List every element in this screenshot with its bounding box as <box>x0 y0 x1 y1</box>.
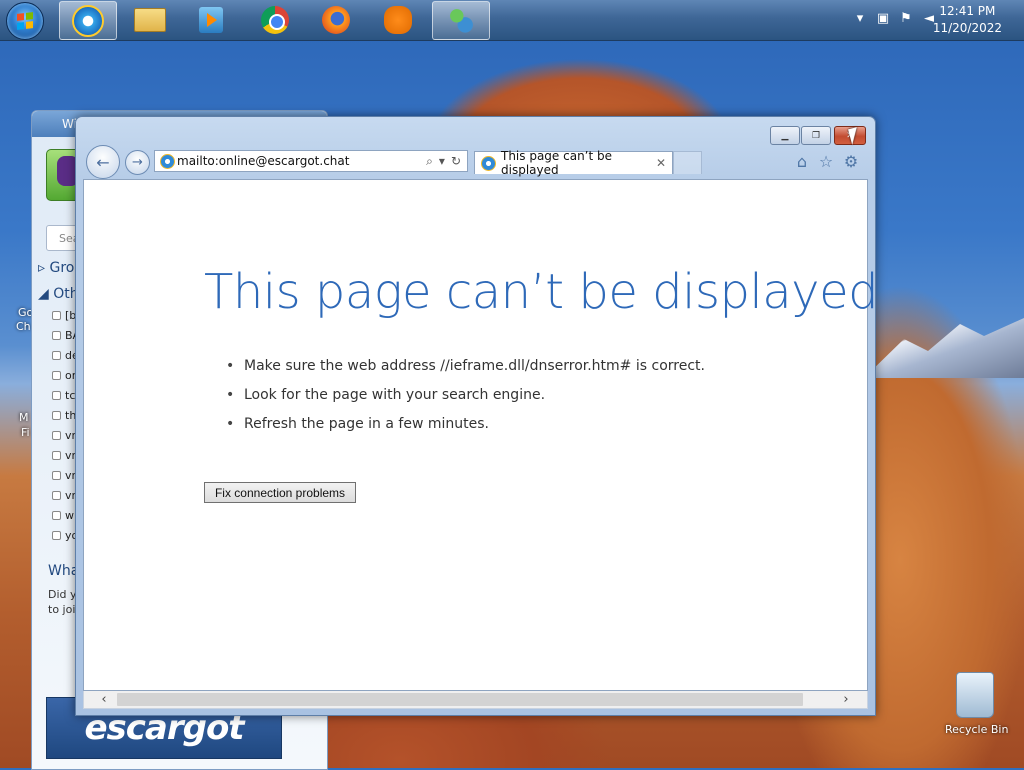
network-icon[interactable]: ▣ <box>876 11 890 26</box>
folder-icon <box>134 7 166 32</box>
avast-icon <box>384 5 412 34</box>
media-player-icon <box>199 6 223 33</box>
taskbar-firefox[interactable] <box>308 1 364 38</box>
desktop-icon-label[interactable]: Ch <box>16 320 31 333</box>
address-url[interactable]: mailto:online@escargot.chat <box>177 154 426 168</box>
contact-item[interactable]: tc <box>52 389 75 402</box>
clock[interactable]: 12:41 PM 11/20/2022 <box>933 3 1002 37</box>
recycle-bin-icon[interactable] <box>956 672 994 718</box>
favorites-star-icon[interactable]: ☆ <box>817 152 835 171</box>
minimize-button[interactable]: ▁ <box>770 126 800 145</box>
forward-button[interactable]: → <box>125 150 150 175</box>
taskbar-avast[interactable] <box>370 1 426 38</box>
taskbar-media-player[interactable] <box>183 1 239 38</box>
clock-time: 12:41 PM <box>939 4 996 18</box>
firefox-icon <box>322 5 350 34</box>
taskbar-file-explorer[interactable] <box>122 1 178 38</box>
action-center-flag-icon[interactable]: ⚑ <box>899 11 913 26</box>
contact-item[interactable]: vr <box>52 489 76 502</box>
fix-connection-button[interactable]: Fix connection problems <box>204 482 356 503</box>
system-tray: ▾ ▣ ⚑ ◄ <box>853 11 936 26</box>
error-tip: Make sure the web address //ieframe.dll/… <box>226 358 705 387</box>
back-arrow-icon: ← <box>96 152 110 172</box>
tab-close-icon[interactable]: ✕ <box>656 156 666 170</box>
taskbar-internet-explorer[interactable] <box>59 1 117 40</box>
contact-item[interactable]: vr <box>52 449 76 462</box>
contact-item[interactable]: vr <box>52 469 76 482</box>
internet-explorer-icon <box>72 4 104 37</box>
error-tip: Refresh the page in a few minutes. <box>226 416 705 445</box>
dropdown-icon[interactable]: ▾ <box>439 154 445 169</box>
taskbar: ▾ ▣ ⚑ ◄ 12:41 PM 11/20/2022 <box>0 0 1024 41</box>
search-icon[interactable]: ⌕ <box>426 154 433 169</box>
scrollbar-thumb[interactable] <box>117 693 803 706</box>
desktop-icon-label[interactable]: Fi <box>21 426 30 439</box>
clock-date: 11/20/2022 <box>932 21 1002 35</box>
home-icon[interactable]: ⌂ <box>793 152 811 171</box>
tab-active[interactable]: This page can’t be displayed ✕ <box>474 149 673 177</box>
whats-new-text: to joi <box>48 603 76 616</box>
chrome-icon <box>261 5 289 34</box>
error-tips-list: Make sure the web address //ieframe.dll/… <box>226 358 705 445</box>
page-content: This page can’t be displayed Make sure t… <box>83 179 879 691</box>
show-hidden-icons-icon[interactable]: ▾ <box>853 11 867 26</box>
contact-item[interactable]: vr <box>52 429 76 442</box>
taskbar-chrome[interactable] <box>247 1 303 38</box>
tab-title: This page can’t be displayed <box>501 149 613 177</box>
back-button[interactable]: ← <box>86 145 120 179</box>
horizontal-scrollbar[interactable]: ‹ › <box>83 691 868 709</box>
scroll-right-icon[interactable]: › <box>836 691 856 708</box>
error-tip: Look for the page with your search engin… <box>226 387 705 416</box>
new-tab-button[interactable] <box>673 151 702 174</box>
recycle-bin-label[interactable]: Recycle Bin <box>945 723 1008 736</box>
contact-item[interactable]: wi <box>52 509 77 522</box>
taskbar-messenger[interactable] <box>432 1 490 40</box>
tab-page-icon <box>481 155 496 171</box>
address-bar[interactable]: mailto:online@escargot.chat ⌕ ▾ ↻ <box>154 150 468 172</box>
maximize-button[interactable]: ❐ <box>801 126 831 145</box>
desktop-icon-label[interactable]: M <box>19 411 29 424</box>
forward-arrow-icon: → <box>132 155 143 170</box>
contact-item[interactable]: th <box>52 409 76 422</box>
messenger-icon <box>447 7 475 34</box>
refresh-icon[interactable]: ↻ <box>451 154 461 169</box>
contact-item[interactable]: [b <box>52 309 76 322</box>
browser-window[interactable]: ▁ ❐ ✕ ← → mailto:online@escargot.chat ⌕ … <box>75 116 879 716</box>
whats-new-text: Did y <box>48 588 77 601</box>
scroll-left-icon[interactable]: ‹ <box>94 691 114 708</box>
start-button[interactable] <box>6 2 44 40</box>
settings-gear-icon[interactable]: ⚙ <box>842 152 860 171</box>
error-title: This page can’t be displayed <box>204 264 879 320</box>
page-icon <box>160 154 175 169</box>
